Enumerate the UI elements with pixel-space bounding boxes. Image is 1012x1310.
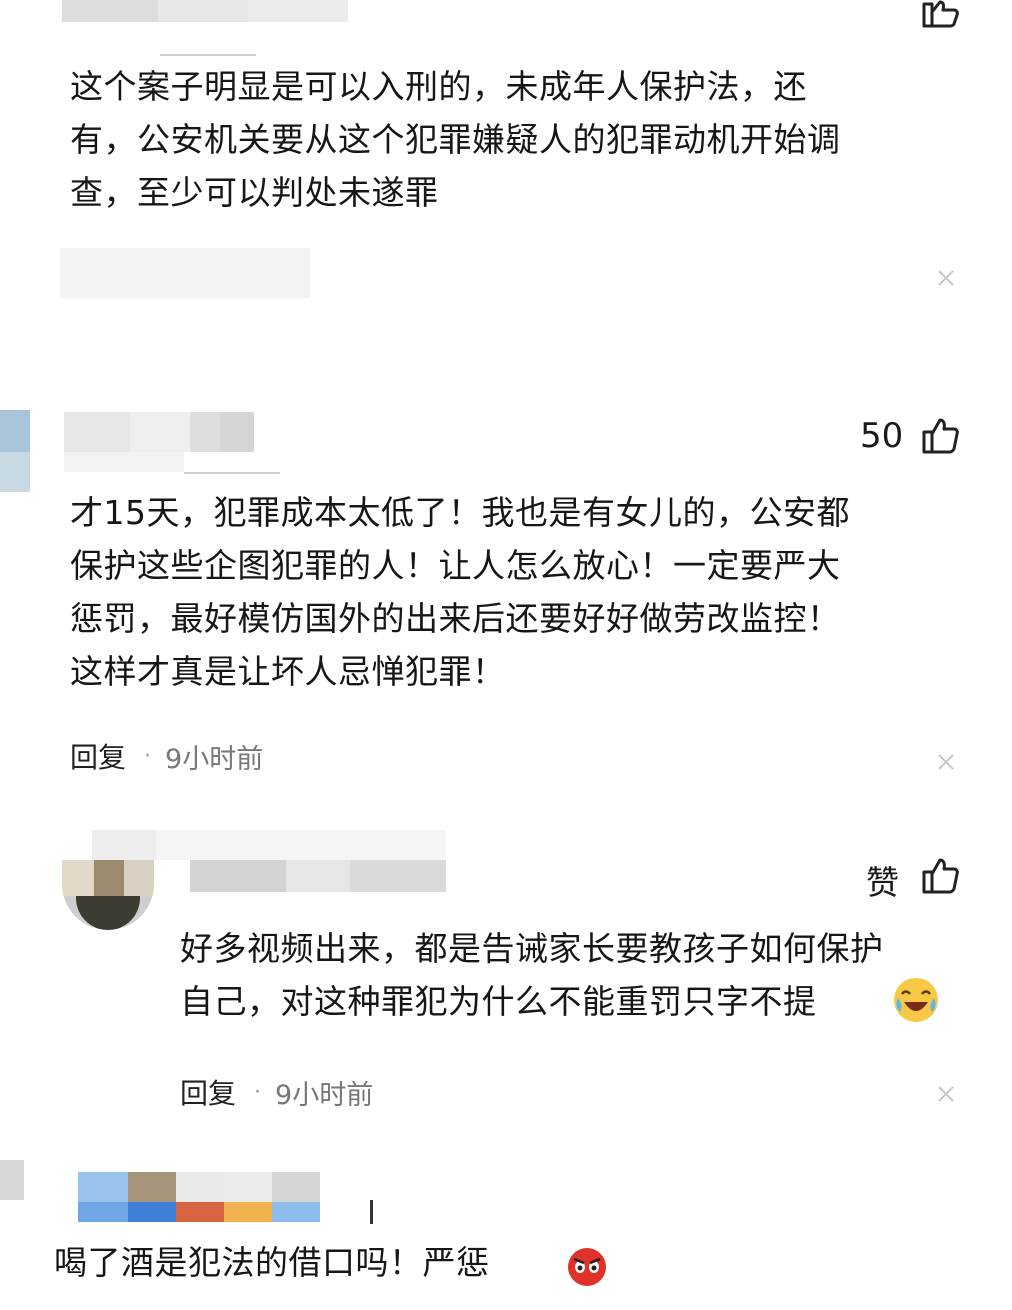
reply-button[interactable]: 回复 [180, 1072, 236, 1112]
comment-text: 喝了酒是犯法的借口吗！严惩 [54, 1243, 490, 1282]
comment-1: 这个案子明显是可以入刑的，未成年人保护法，还 有，公安机关要从这个犯罪嫌疑人的犯… [0, 0, 1012, 300]
angry-face-emoji [568, 1248, 606, 1286]
blurred-username [190, 860, 286, 892]
blurred-username [62, 0, 158, 22]
blurred-username [64, 412, 130, 452]
laugh-cry-emoji [894, 978, 938, 1022]
reply-button[interactable]: 回复 [70, 736, 126, 776]
thumbs-up-icon[interactable] [920, 856, 960, 896]
timestamp: 9小时前 [165, 743, 264, 775]
thumbs-up-icon[interactable] [920, 0, 960, 28]
comment-meta: 回复 · 9小时前 [70, 736, 263, 776]
close-icon[interactable] [934, 750, 958, 774]
avatar [0, 1160, 24, 1200]
comment-text: 好多视频出来，都是告诫家长要教孩子如何保护 自己，对这种罪犯为什么不能重罚只字不… [180, 929, 884, 1021]
comment-text: 这个案子明显是可以入刑的，未成年人保护法，还 有，公安机关要从这个犯罪嫌疑人的犯… [70, 67, 841, 212]
like-count: 50 [860, 416, 904, 456]
avatar [0, 410, 30, 452]
comment-3-reply: 赞 好多视频出来，都是告诫家长要教孩子如何保护 自己，对这种罪犯为什么不能重罚只… [0, 826, 1012, 1126]
like-label[interactable]: 赞 [866, 856, 899, 904]
blurred-meta [60, 248, 310, 298]
comment-4: 喝了酒是犯法的借口吗！严惩 [0, 1160, 1012, 1310]
timestamp: 9小时前 [275, 1079, 374, 1111]
avatar [62, 860, 154, 930]
comment-2: 50 才15天，犯罪成本太低了！我也是有女儿的，公安都 保护这些企图犯罪的人！让… [0, 400, 1012, 800]
close-icon[interactable] [934, 1082, 958, 1106]
close-icon[interactable] [934, 266, 958, 290]
comment-text: 才15天，犯罪成本太低了！我也是有女儿的，公安都 保护这些企图犯罪的人！让人怎么… [70, 493, 850, 691]
comment-meta: 回复 · 9小时前 [180, 1072, 373, 1112]
thumbs-up-icon[interactable] [920, 416, 960, 456]
